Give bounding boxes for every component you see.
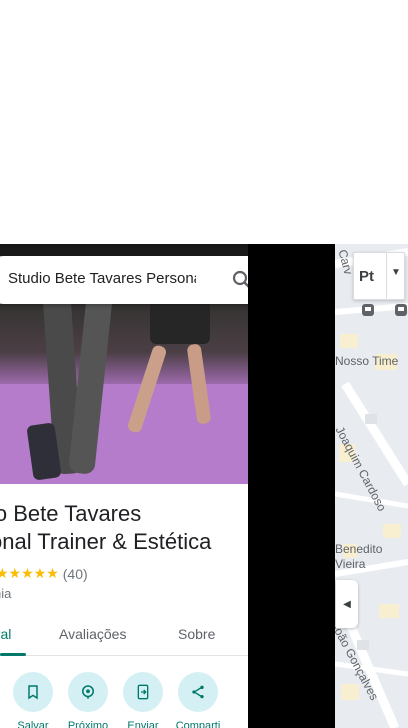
map-label-nosso-time[interactable]: Nosso Time: [335, 354, 398, 368]
save-label: Salvar: [17, 720, 49, 728]
maps-window: io Bete Tavares onal Trainer & Estética …: [0, 0, 408, 728]
tab-about[interactable]: Sobre: [178, 626, 215, 642]
caret-down-icon[interactable]: ▼: [391, 267, 401, 278]
active-tab-indicator: [0, 653, 26, 656]
map-canvas[interactable]: Carv Nosso Time Joaquim Cardoso Benedito…: [335, 244, 408, 728]
place-title: io Bete Tavares onal Trainer & Estética: [0, 500, 248, 556]
share-button[interactable]: Comparti: [176, 672, 220, 728]
transit-icons: [362, 304, 407, 316]
nearby-label: Próximo: [67, 720, 109, 728]
place-title-line1: io Bete Tavares: [0, 501, 142, 526]
blank-area: [0, 0, 408, 244]
action-buttons: Salvar Próximo Enviar Comparti: [0, 672, 248, 728]
save-button[interactable]: Salvar: [13, 672, 53, 728]
rating-row[interactable]: ★★★★★ (40): [0, 565, 88, 582]
send-to-phone-button[interactable]: Enviar: [123, 672, 163, 728]
black-gap: [248, 244, 335, 728]
send-label: Enviar: [127, 720, 159, 728]
nearby-icon: [68, 672, 108, 712]
collapse-panel-button[interactable]: ◀: [336, 580, 358, 628]
share-icon: [178, 672, 218, 712]
tab-reviews[interactable]: Avaliações: [59, 626, 126, 642]
nearby-button[interactable]: Próximo: [68, 672, 108, 728]
place-panel: io Bete Tavares onal Trainer & Estética …: [0, 244, 248, 728]
place-title-line2: onal Trainer & Estética: [0, 529, 212, 554]
share-label: Comparti: [175, 720, 221, 728]
tab-overview[interactable]: eral: [0, 626, 11, 642]
map-layer-button[interactable]: Pt ▼: [353, 252, 405, 301]
rating-stars: ★★★★★: [0, 565, 59, 581]
bookmark-icon: [13, 672, 53, 712]
chevron-left-icon: ◀: [343, 598, 351, 610]
layer-label: Pt: [359, 268, 374, 285]
place-tabs: eral Avaliações Sobre: [0, 614, 248, 656]
search-input[interactable]: Studio Bete Tavares Personal Trainer & E…: [8, 270, 196, 290]
map-label-benedito: Benedito Vieira: [335, 542, 383, 571]
send-to-phone-icon: [123, 672, 163, 712]
place-category[interactable]: nia: [0, 586, 11, 601]
layer-divider: [386, 253, 387, 301]
review-count[interactable]: (40): [63, 566, 88, 582]
